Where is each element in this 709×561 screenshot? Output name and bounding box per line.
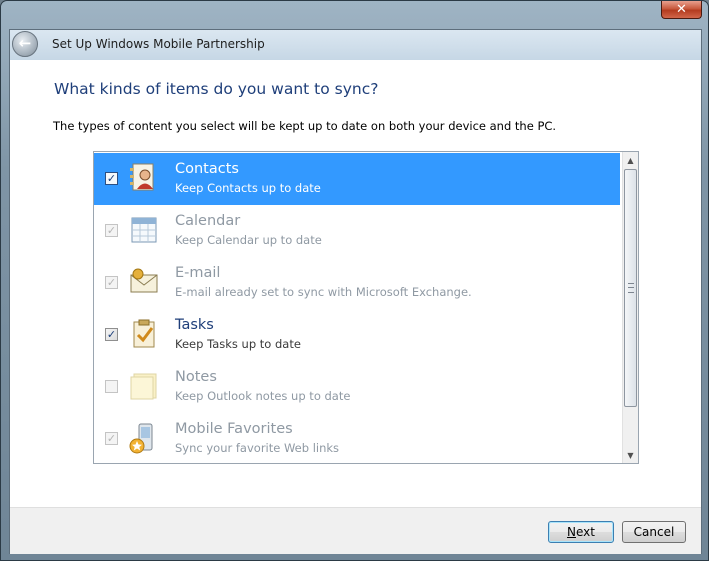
list-item[interactable]: ✓ Mobile Favorites Sync your favorite Web … [94, 413, 620, 463]
checkmark-icon: ✓ [106, 224, 117, 237]
item-name: Mobile Favorites [175, 421, 293, 437]
title-bar: ← Set Up Windows Mobile Partnership [10, 30, 701, 60]
window-title: Set Up Windows Mobile Partnership [52, 37, 265, 51]
page-description: The types of content you select will be … [53, 119, 557, 133]
scroll-up-arrow[interactable]: ▲ [623, 152, 638, 168]
checkmark-icon: ✓ [106, 276, 117, 289]
close-icon: ✕ [676, 2, 687, 17]
checkmark-icon: ✓ [106, 432, 117, 445]
item-name: Tasks [175, 317, 214, 333]
back-arrow-icon: ← [18, 34, 32, 52]
scroll-grip-icon [628, 283, 634, 293]
email-icon [128, 266, 160, 298]
list-item[interactable]: ✓ Contacts Keep Contacts up to date [94, 153, 620, 205]
list-item[interactable]: ✓ Tasks Keep Tasks up to date [94, 309, 620, 361]
close-button[interactable]: ✕ [661, 1, 702, 19]
item-name: E-mail [175, 265, 221, 281]
sync-checkbox[interactable]: ✓ [105, 328, 118, 341]
calendar-icon [128, 214, 160, 246]
item-subtitle: Keep Outlook notes up to date [175, 389, 351, 403]
item-name: Notes [175, 369, 217, 385]
item-subtitle: Keep Contacts up to date [175, 181, 321, 195]
checkmark-icon: ✓ [106, 172, 117, 185]
item-subtitle: Keep Tasks up to date [175, 337, 301, 351]
notes-icon [128, 370, 160, 402]
tasks-icon [128, 318, 160, 350]
cancel-button[interactable]: Cancel [622, 521, 686, 543]
list-item[interactable]: ✓ Calendar Keep Calendar up to date [94, 205, 620, 257]
item-subtitle: Sync your favorite Web links [175, 441, 340, 455]
item-name: Calendar [175, 213, 241, 229]
item-name: Contacts [175, 161, 239, 177]
sync-checkbox: ✓ [105, 276, 118, 289]
dialog-footer: Next Cancel [10, 507, 701, 554]
checkmark-icon: ✓ [106, 328, 117, 341]
list-item[interactable]: ✓ E-mail E-mail already set to sync with M… [94, 257, 620, 309]
sync-checkbox [105, 380, 118, 393]
sync-checkbox: ✓ [105, 432, 118, 445]
item-subtitle: E-mail already set to sync with Microsof… [175, 285, 472, 299]
page-heading: What kinds of items do you want to sync? [54, 80, 379, 98]
contacts-icon [128, 162, 160, 194]
vertical-scrollbar[interactable]: ▲ ▼ [622, 152, 638, 463]
sync-checkbox: ✓ [105, 224, 118, 237]
dialog-client-area: ← Set Up Windows Mobile Partnership What… [9, 29, 702, 554]
next-button[interactable]: Next [548, 521, 614, 543]
sync-checkbox[interactable]: ✓ [105, 172, 118, 185]
favorites-icon [128, 422, 160, 454]
sync-items-list[interactable]: ✓ Contacts Keep Contacts up to date ✓ Calend… [93, 151, 639, 464]
item-subtitle: Keep Calendar up to date [175, 233, 322, 247]
scroll-down-arrow[interactable]: ▼ [623, 447, 638, 463]
scroll-thumb[interactable] [624, 169, 637, 407]
window-frame: ✕ ← Set Up Windows Mobile Partnership Wh… [0, 0, 709, 561]
list-item[interactable]: Notes Keep Outlook notes up to date [94, 361, 620, 413]
back-button[interactable]: ← [12, 31, 38, 57]
